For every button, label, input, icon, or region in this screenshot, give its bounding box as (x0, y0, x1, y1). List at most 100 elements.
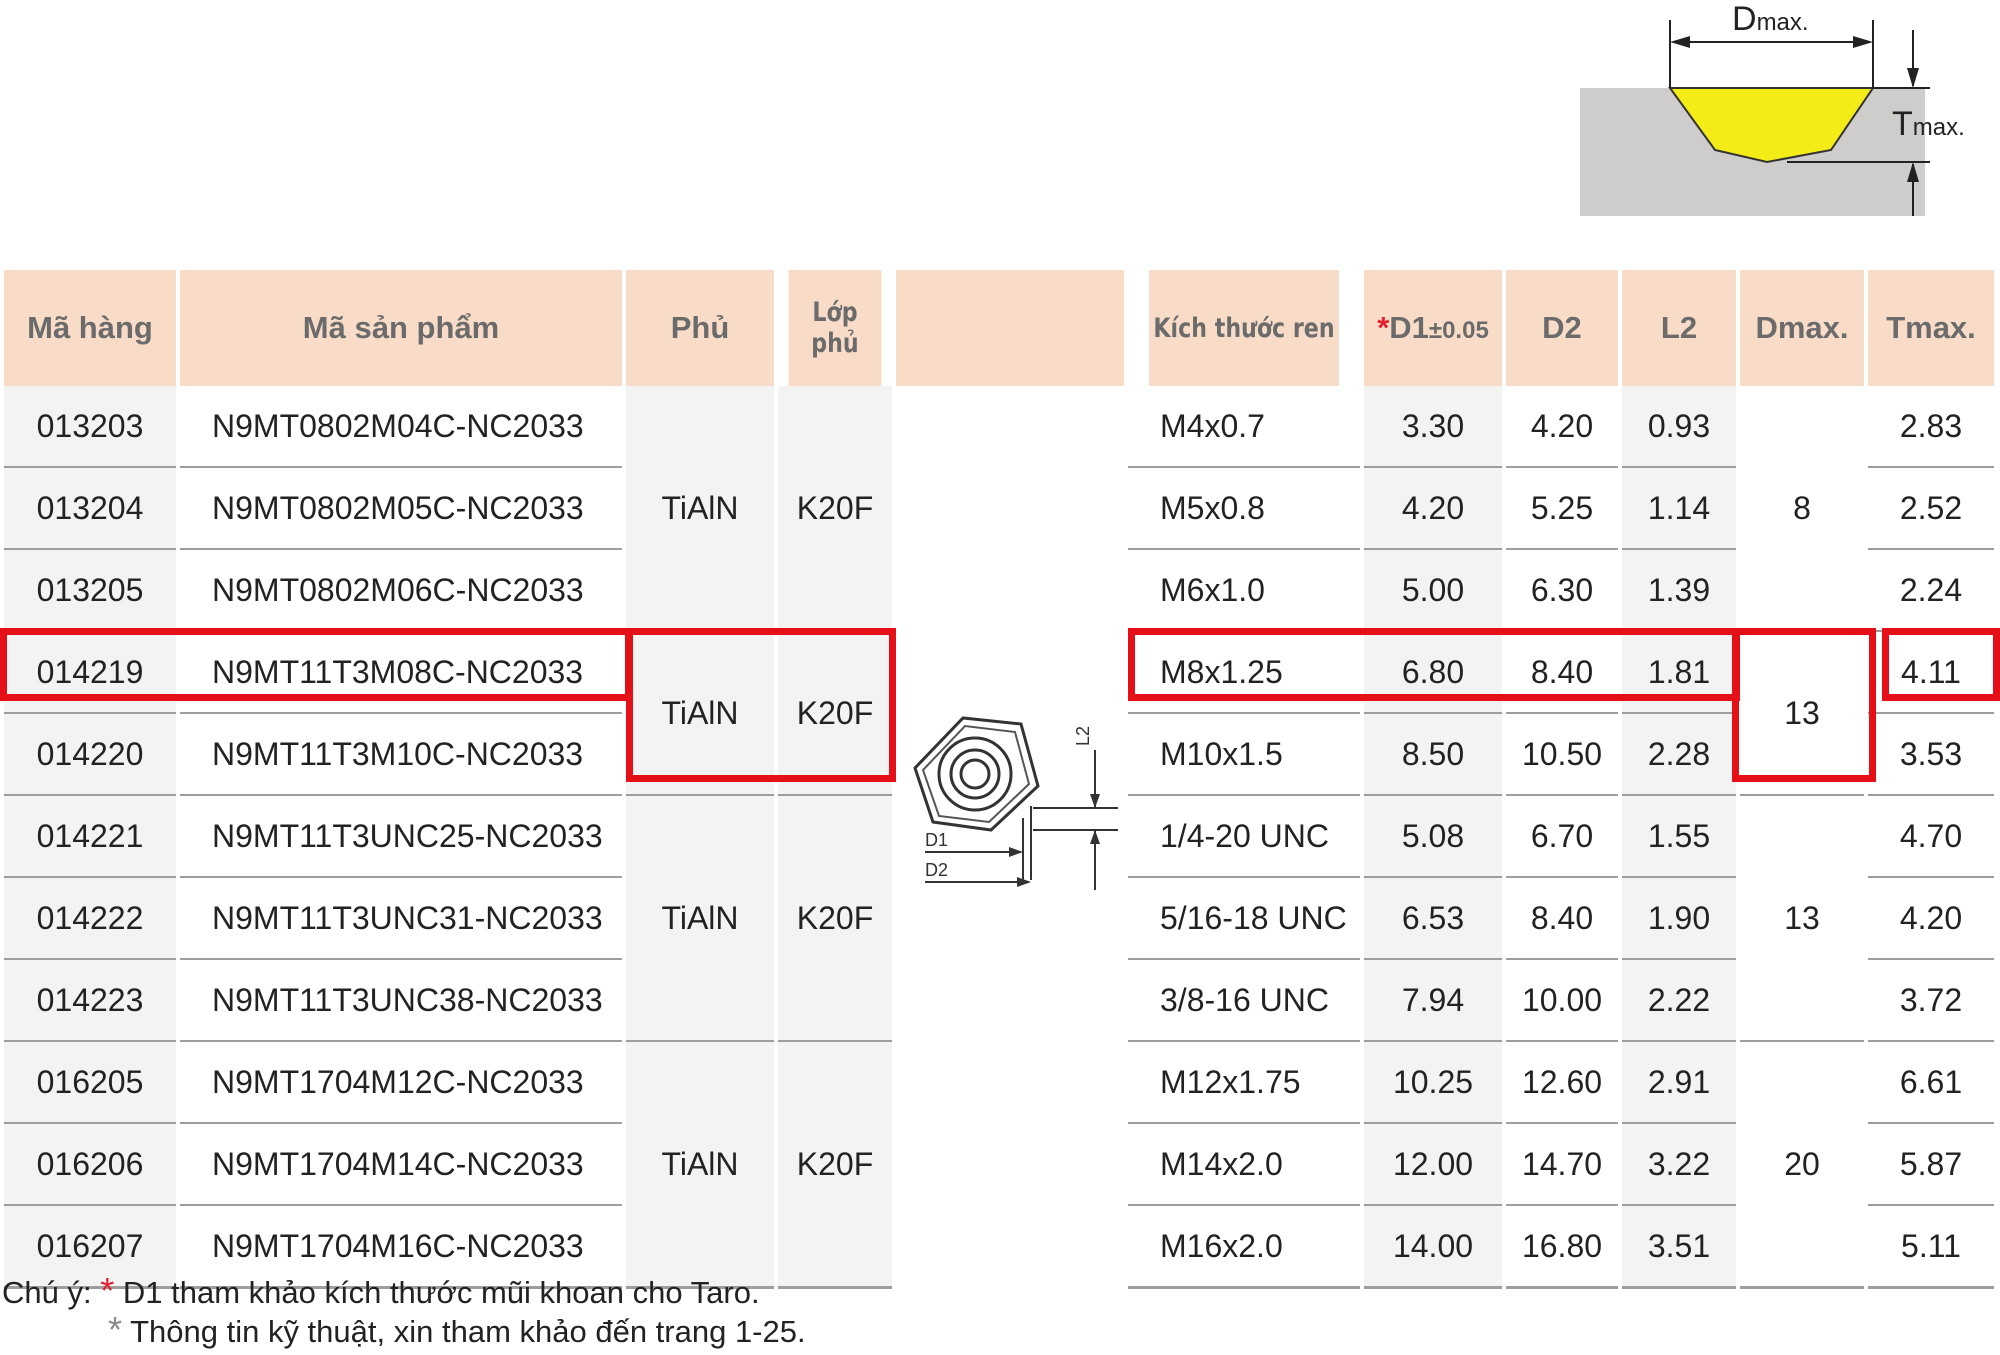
cell-product: N9MT0802M04C-NC2033 (178, 386, 626, 468)
cell-d1: 3.30 (1362, 386, 1506, 468)
highlight-row-014219-left (0, 628, 632, 701)
cell-d1: 5.08 (1362, 795, 1506, 878)
cell-thread: M5x0.8 (1126, 467, 1364, 550)
cell-dmax: 13 (1738, 795, 1868, 1042)
cell-thread: 3/8-16 UNC (1126, 959, 1364, 1042)
header-image (894, 270, 1128, 386)
cell-tmax: 2.52 (1866, 467, 1998, 550)
cell-thread: M16x2.0 (1126, 1205, 1364, 1289)
header-l2: L2 (1620, 270, 1740, 386)
cell-code: 013204 (4, 467, 180, 550)
cell-grade: K20F (776, 386, 896, 632)
cell-dmax: 20 (1738, 1041, 1868, 1289)
cell-d2: 14.70 (1504, 1123, 1622, 1206)
header-lop-phu: Lớp phủ (786, 270, 886, 386)
countersink-diagram: Dmax. Tmax. (1580, 0, 1965, 216)
cell-tmax: 4.70 (1866, 795, 1998, 878)
cell-thread: 5/16-18 UNC (1126, 877, 1364, 960)
asterisk-icon-grey: * (108, 1309, 123, 1350)
cell-tmax: 2.83 (1866, 386, 1998, 468)
cell-product: N9MT11T3M10C-NC2033 (178, 713, 626, 796)
cell-product: N9MT11T3UNC31-NC2033 (178, 877, 626, 960)
cell-tmax: 2.24 (1866, 549, 1998, 632)
cell-d1: 4.20 (1362, 467, 1506, 550)
cell-grade: K20F (776, 1041, 896, 1289)
cell-d2: 10.00 (1504, 959, 1622, 1042)
cell-thread: M14x2.0 (1126, 1123, 1364, 1206)
cell-code: 013203 (4, 386, 180, 468)
cell-d1: 6.53 (1362, 877, 1506, 960)
cell-thread: 1/4-20 UNC (1126, 795, 1364, 878)
cell-code: 014220 (4, 713, 180, 796)
header-tmax: Tmax. (1866, 270, 1998, 386)
header-d1: *D1±0.05 (1362, 270, 1506, 386)
cell-code: 016205 (4, 1041, 180, 1124)
header-d2: D2 (1504, 270, 1622, 386)
cell-l2: 1.39 (1620, 549, 1740, 632)
d1-star-icon: * (1377, 310, 1390, 345)
cell-coating: TiAlN (624, 1041, 778, 1289)
cell-dmax: 8 (1738, 386, 1868, 632)
cell-coating: TiAlN (624, 386, 778, 632)
cell-thread: M12x1.75 (1126, 1041, 1364, 1124)
cell-d2: 12.60 (1504, 1041, 1622, 1124)
header-phu: Phủ (624, 270, 778, 386)
footnote-line-2: * Thông tin kỹ thuật, xin tham khảo đến … (2, 1311, 806, 1350)
cell-l2: 2.28 (1620, 713, 1740, 796)
cell-grade: K20F (776, 795, 896, 1042)
cell-d2: 4.20 (1504, 386, 1622, 468)
cell-tmax: 6.61 (1866, 1041, 1998, 1124)
header-ma-san-pham: Mã sản phẩm (178, 270, 626, 386)
cell-thread: M4x0.7 (1126, 386, 1364, 468)
cell-product: N9MT0802M06C-NC2033 (178, 549, 626, 632)
note-line-1: D1 tham khảo kích thước mũi khoan cho Ta… (122, 1275, 760, 1310)
header-dmax: Dmax. (1738, 270, 1868, 386)
highlight-coating-grade (626, 628, 896, 782)
cell-l2: 2.91 (1620, 1041, 1740, 1124)
d2-label: D2 (925, 860, 948, 880)
cell-l2: 0.93 (1620, 386, 1740, 468)
highlight-row-014219-right (1128, 628, 1740, 701)
header-ma-hang: Mã hàng (4, 270, 180, 386)
cell-l2: 3.51 (1620, 1205, 1740, 1289)
asterisk-icon: * (100, 1270, 115, 1311)
cell-thread: M10x1.5 (1126, 713, 1364, 796)
cell-d1: 12.00 (1362, 1123, 1506, 1206)
cell-l2: 3.22 (1620, 1123, 1740, 1206)
d1-label: D1 (925, 830, 948, 850)
cell-product: N9MT0802M05C-NC2033 (178, 467, 626, 550)
dmax-label: Dmax. (1732, 0, 1809, 38)
note-prefix: Chú ý: (2, 1275, 92, 1310)
header-kich-thuoc-ren: Kích thước ren (1147, 270, 1343, 386)
footnote-line-1: Chú ý: * D1 tham khảo kích thước mũi kho… (2, 1272, 806, 1311)
cell-d1: 10.25 (1362, 1041, 1506, 1124)
cell-tmax: 5.11 (1866, 1205, 1998, 1289)
cell-code: 014223 (4, 959, 180, 1042)
highlight-tmax (1882, 628, 2000, 701)
cell-d1: 5.00 (1362, 549, 1506, 632)
cell-product: N9MT11T3UNC38-NC2033 (178, 959, 626, 1042)
footnote: Chú ý: * D1 tham khảo kích thước mũi kho… (2, 1272, 806, 1350)
note-line-2: Thông tin kỹ thuật, xin tham khảo đến tr… (130, 1314, 806, 1349)
cell-l2: 2.22 (1620, 959, 1740, 1042)
cell-d2: 6.30 (1504, 549, 1622, 632)
cell-d1: 7.94 (1362, 959, 1506, 1042)
cell-product: N9MT1704M12C-NC2033 (178, 1041, 626, 1124)
cell-code: 013205 (4, 549, 180, 632)
tmax-label: Tmax. (1892, 105, 1965, 143)
cell-d2: 5.25 (1504, 467, 1622, 550)
cell-product: N9MT1704M14C-NC2033 (178, 1123, 626, 1206)
cell-tmax: 5.87 (1866, 1123, 1998, 1206)
cell-d2: 10.50 (1504, 713, 1622, 796)
cell-d1: 8.50 (1362, 713, 1506, 796)
table-row: 013203 N9MT0802M04C-NC2033 TiAlN K20F M4… (4, 386, 1998, 1288)
cell-tmax: 3.53 (1866, 713, 1998, 796)
cell-tmax: 3.72 (1866, 959, 1998, 1042)
cell-code: 016206 (4, 1123, 180, 1206)
cell-l2: 1.14 (1620, 467, 1740, 550)
cell-coating: TiAlN (624, 795, 778, 1042)
cell-thread: M6x1.0 (1126, 549, 1364, 632)
cell-d2: 6.70 (1504, 795, 1622, 878)
cell-d2: 16.80 (1504, 1205, 1622, 1289)
highlight-dmax (1732, 628, 1876, 782)
